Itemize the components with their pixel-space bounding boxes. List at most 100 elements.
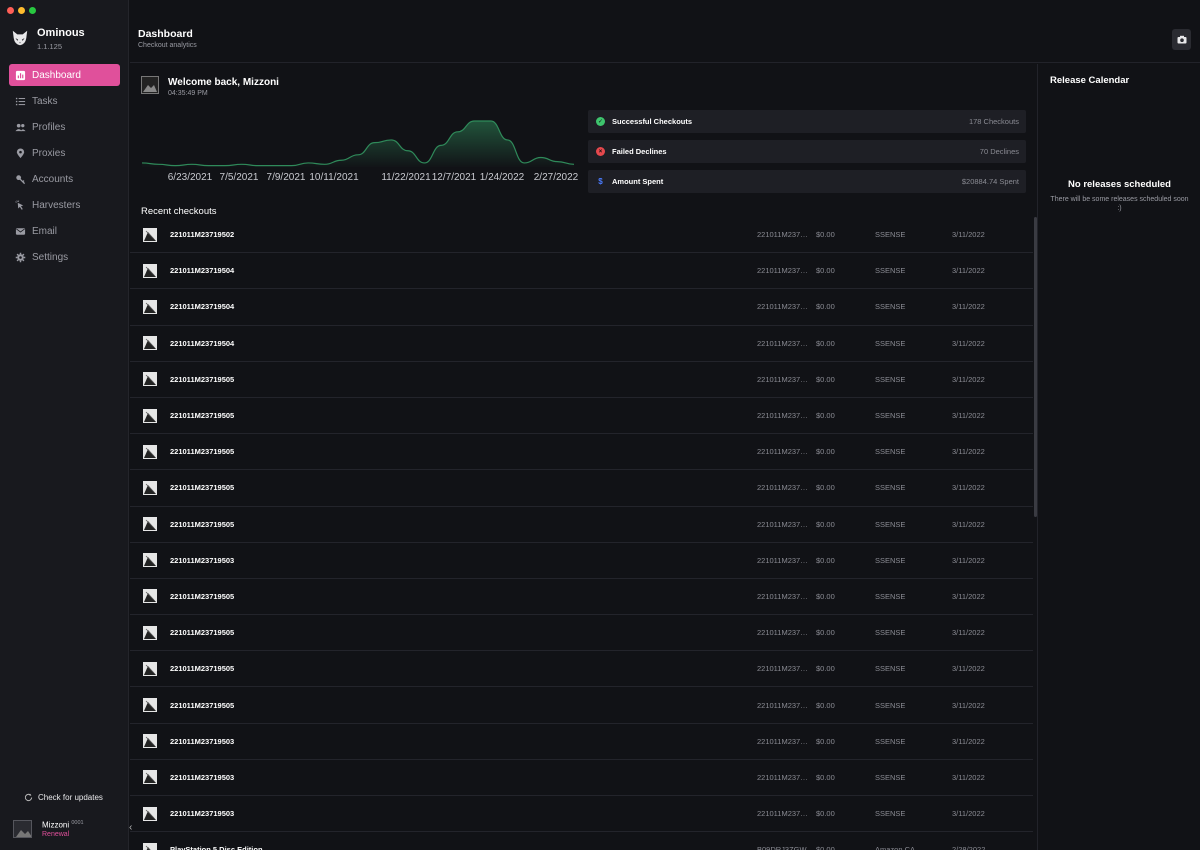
sidebar-item-profiles[interactable]: Profiles (9, 116, 120, 138)
gear-icon (15, 252, 26, 262)
table-row[interactable]: 221011M23719505 221011M23719505 $0.00 SSENS… (130, 651, 1033, 688)
pointer-click-icon (15, 199, 24, 210)
order-number: 221011M23719504 (757, 266, 809, 276)
store: SSENSE (875, 736, 906, 746)
broken-image-icon (143, 85, 157, 92)
screenshot-button[interactable] (1172, 29, 1191, 50)
stat-amount-spent: $ Amount Spent $20884.74 Spent (588, 170, 1026, 193)
product-name: 221011M23719505 (170, 483, 235, 493)
avatar (13, 820, 32, 838)
chart-x-tick-label: 2/27/2022 (533, 172, 579, 183)
checkout-date: 3/11/2022 (952, 483, 985, 493)
table-row[interactable]: 221011M23719505 221011M23719505 $0.00 SSENS… (130, 687, 1033, 724)
dollar-icon: $ (598, 177, 603, 186)
price: $0.00 (816, 664, 835, 674)
sidebar-item-label: Accounts (32, 173, 74, 185)
stat-value: $20884.74 Spent (961, 177, 1019, 186)
fox-logo-icon (12, 30, 28, 46)
chart-x-tick-label: 7/5/2021 (219, 172, 259, 183)
product-thumbnail (143, 806, 157, 821)
product-name: 221011M23719503 (170, 772, 235, 782)
chart-bar-icon (15, 70, 26, 80)
price: $0.00 (816, 266, 835, 276)
chart-x-tick-label: 1/24/2022 (479, 172, 525, 183)
table-row[interactable]: 221011M23719505 221011M23719505 $0.00 SSENS… (130, 470, 1033, 507)
product-thumbnail (143, 227, 157, 242)
order-number: 221011M23719505 (757, 591, 809, 601)
stat-value: 70 Declines (979, 147, 1019, 156)
recent-checkouts-list: 221011M23719502 221011M23719502 $0.00 SSENS… (130, 217, 1033, 850)
product-name: 221011M23719503 (170, 809, 235, 819)
table-row[interactable]: 221011M23719502 221011M23719502 $0.00 SSENS… (130, 217, 1033, 254)
product-name: 221011M23719505 (170, 411, 235, 421)
order-number: 221011M23719505 (757, 664, 809, 674)
product-name: 221011M23719504 (170, 302, 235, 312)
user-tag: 0001 (71, 820, 84, 826)
check-circle-icon: ✓ (596, 117, 605, 126)
sidebar-item-harvesters[interactable]: Harvesters (9, 194, 120, 216)
product-name: 221011M23719503 (170, 555, 235, 565)
table-row[interactable]: 221011M23719505 221011M23719505 $0.00 SSENS… (130, 615, 1033, 652)
chart-x-tick-label: 11/22/2021 (381, 172, 431, 183)
checkout-date: 3/11/2022 (952, 411, 985, 421)
product-thumbnail (143, 299, 157, 314)
recent-checkouts-title: Recent checkouts (141, 206, 217, 217)
table-row[interactable]: 221011M23719503 221011M23719503 $0.00 SSENS… (130, 760, 1033, 796)
order-number: 221011M23719503 (757, 809, 809, 819)
sidebar-item-tasks[interactable]: Tasks (9, 90, 120, 112)
table-row[interactable]: 221011M23719504 221011M23719504 $0.00 SSENS… (130, 326, 1033, 362)
table-row[interactable]: 221011M23719503 221011M23719503 $0.00 SSENS… (130, 724, 1033, 760)
store: SSENSE (875, 338, 906, 348)
table-row[interactable]: 221011M23719503 221011M23719503 $0.00 SSENS… (130, 543, 1033, 579)
user-card[interactable]: Mizzoni 0001 Renewal (13, 820, 84, 838)
checkout-date: 3/11/2022 (952, 591, 985, 601)
store: SSENSE (875, 519, 906, 529)
release-calendar-title: Release Calendar (1050, 75, 1130, 86)
sidebar-item-email[interactable]: Email (9, 220, 120, 242)
product-thumbnail (143, 625, 157, 640)
user-name-text: Mizzoni (42, 820, 70, 830)
product-name: 221011M23719505 (170, 591, 235, 601)
table-row[interactable]: 221011M23719505 221011M23719505 $0.00 SSENS… (130, 507, 1033, 543)
zoom-window-button[interactable] (29, 7, 36, 14)
store: SSENSE (875, 411, 906, 421)
table-row[interactable]: 221011M23719504 221011M23719504 $0.00 SSENS… (130, 253, 1033, 290)
table-row[interactable]: 221011M23719505 221011M23719505 $0.00 SSENS… (130, 579, 1033, 616)
sidebar: Ominous 1.1.125 Dashboard Tasks Profiles Pr… (0, 0, 129, 850)
chart-x-tick-label: 10/11/2021 (309, 172, 359, 183)
order-number: 221011M23719505 (757, 628, 809, 638)
check-updates-button[interactable]: Check for updates (24, 793, 103, 802)
table-row[interactable]: 221011M23719503 221011M23719503 $0.00 SSENS… (130, 796, 1033, 833)
empty-state-title: No releases scheduled (1068, 179, 1171, 190)
sidebar-item-accounts[interactable]: Accounts (9, 168, 120, 190)
sidebar-item-proxies[interactable]: Proxies (9, 142, 120, 164)
checkout-date: 3/11/2022 (952, 230, 985, 240)
price: $0.00 (816, 302, 835, 312)
sidebar-item-settings[interactable]: Settings (9, 246, 120, 268)
checkout-date: 3/11/2022 (952, 772, 985, 782)
order-number: 221011M23719503 (757, 555, 809, 565)
sidebar-item-label: Settings (32, 251, 69, 263)
order-number: B09DRJ3ZGW (757, 845, 807, 850)
sidebar-item-dashboard[interactable]: Dashboard (9, 64, 120, 86)
sidebar-item-label: Profiles (32, 121, 66, 133)
table-row[interactable]: 221011M23719505 221011M23719505 $0.00 SSENS… (130, 362, 1033, 398)
chart-x-tick-label: 7/9/2021 (266, 172, 306, 183)
table-row[interactable]: 221011M23719505 221011M23719505 $0.00 SSENS… (130, 434, 1033, 471)
order-number: 221011M23719503 (757, 772, 809, 782)
table-row[interactable]: PlayStation 5 Disc Edition B09DRJ3ZGW $0.0… (130, 832, 1033, 850)
price: $0.00 (816, 809, 835, 819)
brand: Ominous 1.1.125 (11, 27, 85, 51)
table-row[interactable]: 221011M23719505 221011M23719505 $0.00 SSENS… (130, 398, 1033, 435)
chart-area-fill (142, 121, 574, 167)
price: $0.00 (816, 411, 835, 421)
table-row[interactable]: 221011M23719504 221011M23719504 $0.00 SSENS… (130, 289, 1033, 326)
price: $0.00 (816, 736, 835, 746)
product-name: PlayStation 5 Disc Edition (170, 845, 263, 850)
checkout-date: 3/11/2022 (952, 519, 985, 529)
close-window-button[interactable] (7, 7, 14, 14)
chart-x-tick-label: 12/7/2021 (431, 172, 477, 183)
order-number: 221011M23719502 (757, 230, 809, 240)
stat-label: Failed Declines (612, 147, 667, 156)
minimize-window-button[interactable] (18, 7, 25, 14)
